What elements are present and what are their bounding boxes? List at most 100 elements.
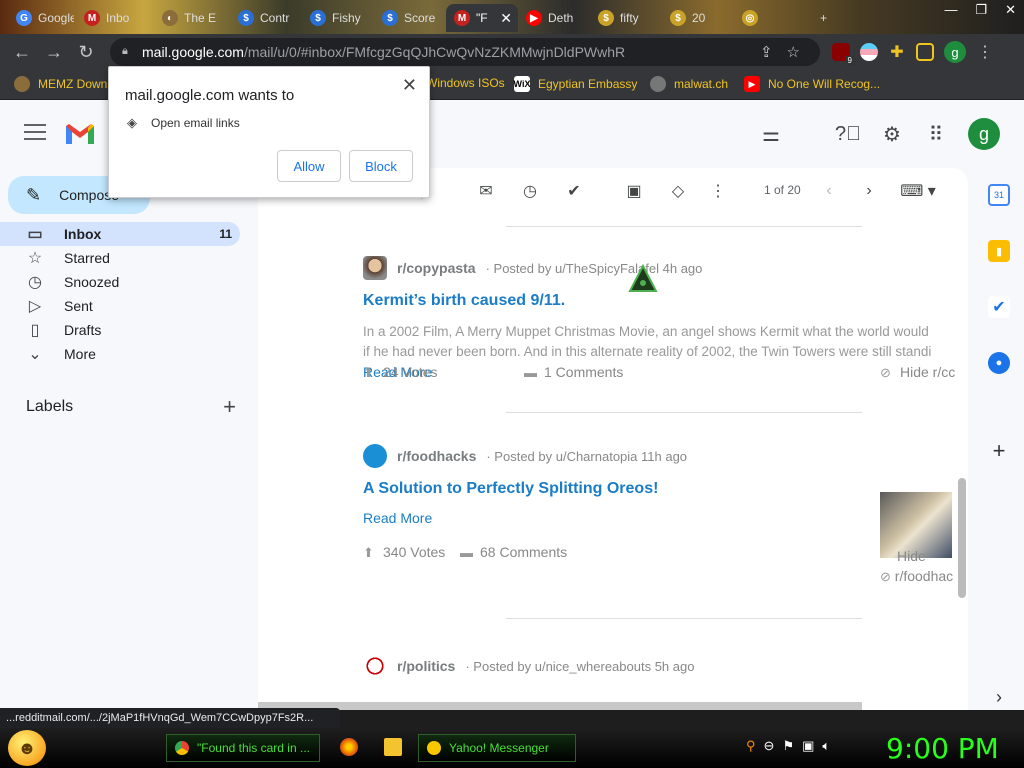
read-more-link[interactable]: Read More (363, 364, 953, 380)
tab-favicon-icon: $ (382, 10, 398, 26)
apps-grid-icon[interactable]: ⠿ (924, 122, 948, 146)
tasks-icon[interactable]: ✔ (988, 296, 1010, 318)
post-title[interactable]: A Solution to Perfectly Splitting Oreos! (363, 480, 687, 498)
block-button[interactable]: Block (349, 150, 413, 182)
subreddit-name[interactable]: r/politics (397, 658, 455, 674)
clock[interactable]: 9:00 PM (886, 732, 999, 765)
hide-subreddit[interactable]: ⊘ Hide r/cc (880, 364, 955, 380)
browser-tab[interactable]: M "F ✕ (446, 4, 518, 32)
vertical-scrollbar[interactable] (958, 478, 966, 598)
star-icon: ☆ (27, 250, 43, 267)
input-tools-icon[interactable]: ⌨ ▾ (898, 180, 938, 202)
ublock-extension-icon[interactable]: 9 (832, 43, 854, 65)
close-icon[interactable]: ✕ (402, 75, 417, 96)
browser-tab[interactable]: ◎ (734, 4, 804, 32)
reload-icon[interactable]: ↻ (70, 36, 102, 68)
browser-tab[interactable]: G Google (8, 4, 74, 32)
taskbar-yahoo-messenger[interactable]: Yahoo! Messenger (418, 734, 576, 762)
help-icon[interactable]: ?⃝ (835, 122, 861, 146)
minimize-icon[interactable]: — (944, 2, 957, 18)
gmail-logo[interactable] (64, 122, 96, 146)
flag-extension-icon[interactable] (860, 43, 878, 61)
main-menu-icon[interactable] (24, 124, 46, 142)
back-icon[interactable]: ← (6, 36, 38, 68)
browser-tab[interactable]: $ fifty (590, 4, 660, 32)
comment-count[interactable]: ▬ 68 Comments (460, 544, 567, 560)
browser-tab[interactable]: $ Fishy (302, 4, 372, 32)
bookmark-malwatch[interactable]: malwat.ch (650, 76, 728, 92)
browser-tab[interactable]: $ Contr (230, 4, 300, 32)
address-bar[interactable]: 🔒︎ mail.google.com/mail/u/0/#inbox/FMfcg… (110, 38, 820, 66)
sidebar-item-sent[interactable]: ▷ Sent (0, 294, 240, 318)
read-more-link[interactable]: Read More (363, 510, 687, 526)
sidebar-item-starred[interactable]: ☆ Starred (0, 246, 240, 270)
search-icon[interactable]: ⚲ (746, 738, 756, 754)
volume-icon[interactable]: 🔈︎ (822, 738, 830, 754)
bookmark-youtube[interactable]: ▶ No One Will Recog... (744, 76, 880, 92)
close-tab-icon[interactable]: ✕ (500, 10, 512, 27)
bookmark-star-icon[interactable]: ☆ (787, 43, 800, 61)
comments-label: 68 Comments (480, 544, 568, 560)
post-title[interactable]: Kermit’s birth caused 9/11. (363, 292, 953, 310)
add-label-icon[interactable]: + (223, 394, 236, 420)
more-options-icon[interactable]: ⋮ (707, 180, 729, 202)
subreddit-name[interactable]: r/foodhacks (397, 448, 476, 464)
bookmark-memz[interactable]: MEMZ Down (14, 76, 107, 92)
comment-count[interactable]: ▬ 1 Comments (524, 364, 623, 380)
keep-icon[interactable]: ▮ (988, 240, 1010, 262)
sidebar-item-drafts[interactable]: ▯ Drafts (0, 318, 240, 342)
older-chevron-icon[interactable]: › (858, 180, 880, 202)
taskbar: ☻ "Found this card in ... Yahoo! Messeng… (0, 728, 1024, 768)
sidebar-item-inbox[interactable]: ▭ Inbox 11 (0, 222, 240, 246)
move-to-icon[interactable]: ▣ (623, 180, 645, 202)
browser-tab[interactable]: $ Score (374, 4, 444, 32)
network-icon[interactable]: ▣ (802, 738, 814, 754)
close-window-icon[interactable]: ✕ (1005, 2, 1016, 18)
subreddit-name[interactable]: r/copypasta (397, 260, 476, 276)
tab-favicon-icon: $ (598, 10, 614, 26)
side-panel-icon[interactable] (916, 43, 934, 61)
bookmark-egyptian-embassy[interactable]: WiX Egyptian Embassy (514, 76, 637, 92)
folder-icon[interactable] (384, 738, 402, 756)
contacts-icon[interactable]: ● (988, 352, 1010, 374)
browser-tab[interactable]: M Inbo (76, 4, 152, 32)
profile-avatar[interactable]: g (944, 41, 966, 63)
show-side-panel-icon[interactable]: › (988, 686, 1010, 708)
flag-icon[interactable]: ⚑ (782, 738, 794, 754)
maximize-icon[interactable]: ❐ (975, 2, 987, 18)
firefox-icon[interactable] (340, 738, 358, 756)
horizontal-scrollbar[interactable] (258, 702, 862, 710)
gear-icon[interactable]: ⚙ (880, 122, 904, 146)
browser-tab[interactable]: ▶ Deth (518, 4, 588, 32)
minus-circle-icon[interactable]: ⊖ (764, 738, 775, 754)
snooze-icon[interactable]: ◷ (519, 180, 541, 202)
taskbar-chrome-window[interactable]: "Found this card in ... (166, 734, 320, 762)
vote-count[interactable]: ⬆ 24 Votes (363, 364, 438, 380)
vote-count[interactable]: ⬆ 340 Votes (363, 544, 445, 560)
mark-unread-icon[interactable]: ✉ (475, 180, 497, 202)
sidebar-item-more[interactable]: ⌄ More (0, 342, 240, 366)
puzzle-icon[interactable]: ✚ (888, 43, 906, 61)
bookmark-windows-isos[interactable]: Windows ISOs (426, 76, 505, 90)
calendar-icon[interactable]: 31 (988, 184, 1010, 206)
browser-tab[interactable]: $20 (662, 4, 732, 32)
forward-icon[interactable]: → (38, 36, 70, 68)
share-icon[interactable]: ⇪ (760, 43, 773, 61)
url-path: /mail/u/0/#inbox/FMfcgzGqQJhCwQvNzZKMMwj… (243, 44, 626, 60)
tab-strip: G Google M Inbo ◐ The E $ Contr $ Fishy $ Score M "F ✕… (0, 0, 1024, 34)
sidebar-item-snoozed[interactable]: ◷ Snoozed (0, 270, 240, 294)
allow-button[interactable]: Allow (277, 150, 341, 182)
kebab-menu-icon[interactable]: ⋮ (976, 43, 994, 61)
newer-chevron-icon[interactable]: ‹ (818, 180, 840, 202)
new-tab-button[interactable]: + (812, 4, 840, 32)
tab-favicon-icon: M (84, 10, 100, 26)
add-task-icon[interactable]: ✔ (563, 180, 585, 202)
search-options-icon[interactable]: ⚌ (762, 122, 784, 146)
label-icon[interactable]: ◇ (667, 180, 689, 202)
browser-tab[interactable]: ◐ The E (154, 4, 228, 32)
start-button[interactable]: ☻ (8, 730, 46, 766)
account-avatar[interactable]: g (968, 118, 1000, 150)
get-addons-icon[interactable]: + (988, 438, 1010, 463)
permission-text: Open email links (151, 116, 240, 130)
hide-subreddit[interactable]: Hide ⊘ r/foodhac (880, 548, 953, 585)
